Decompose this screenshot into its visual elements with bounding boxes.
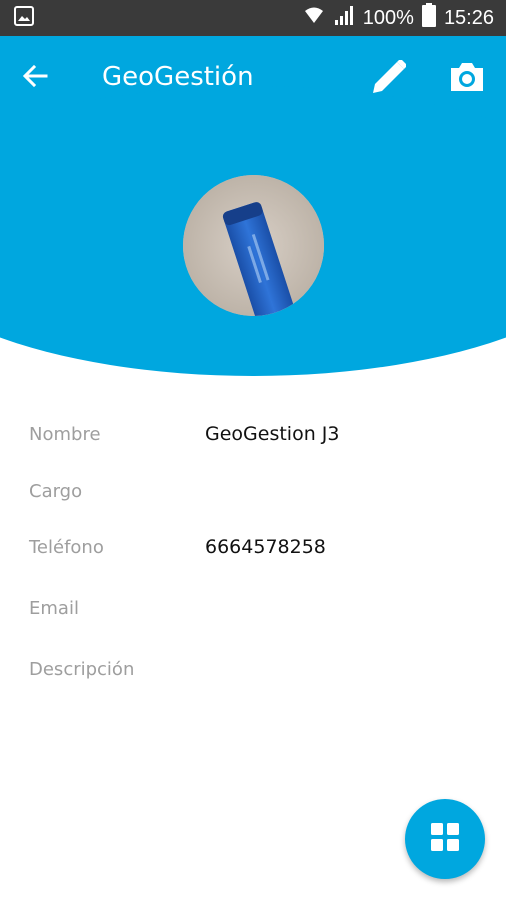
status-right: 100% 15:26 xyxy=(303,3,494,33)
field-label: Email xyxy=(29,598,79,619)
avatar-photo xyxy=(183,175,324,316)
app-title: GeoGestión xyxy=(102,62,254,92)
field-label: Descripción xyxy=(29,659,135,680)
status-bar: 100% 15:26 xyxy=(0,0,506,36)
battery-percent: 100% xyxy=(362,6,414,29)
field-row-nombre: Nombre GeoGestion J3 xyxy=(0,423,506,464)
avatar[interactable] xyxy=(183,175,324,316)
pencil-icon xyxy=(370,60,408,100)
field-label: Nombre xyxy=(29,424,101,445)
field-row-descripcion: Descripción xyxy=(0,659,506,699)
field-value: 6664578258 xyxy=(205,536,326,558)
field-row-email: Email xyxy=(0,598,506,638)
field-value: GeoGestion J3 xyxy=(205,423,340,445)
wifi-icon xyxy=(303,4,325,32)
field-label: Teléfono xyxy=(29,537,104,558)
field-row-telefono: Teléfono 6664578258 xyxy=(0,536,506,577)
battery-icon xyxy=(421,3,436,33)
edit-button[interactable] xyxy=(370,58,408,96)
field-row-cargo: Cargo xyxy=(0,481,506,521)
status-left xyxy=(14,5,34,31)
menu-fab-button[interactable] xyxy=(405,799,485,879)
status-time: 15:26 xyxy=(443,6,494,29)
camera-icon xyxy=(448,63,486,98)
gallery-icon xyxy=(14,5,34,31)
signal-icon xyxy=(333,4,355,32)
toolbar: GeoGestión xyxy=(0,36,506,120)
field-label: Cargo xyxy=(29,481,83,502)
camera-button[interactable] xyxy=(448,60,486,94)
back-arrow-icon xyxy=(20,64,50,96)
grid-icon xyxy=(430,822,460,857)
back-button[interactable] xyxy=(20,62,50,92)
